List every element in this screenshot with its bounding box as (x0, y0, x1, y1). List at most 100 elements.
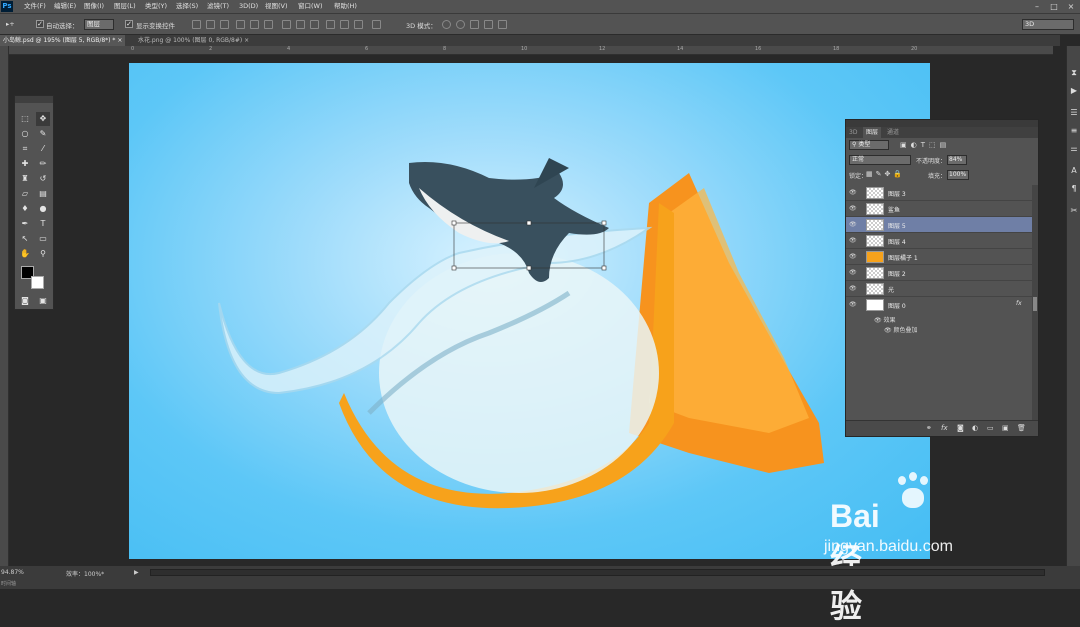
layer-row-selected[interactable]: 👁 图层 5 (846, 217, 1032, 233)
tab-shuihua[interactable]: 水花.png @ 100% (图层 0, RGB/8#) × (135, 35, 252, 46)
slide-3d-icon[interactable] (484, 20, 493, 29)
distribute-top-icon[interactable] (282, 20, 291, 29)
effect-item[interactable]: 👁 颜色叠加 (884, 325, 918, 334)
background-color-swatch[interactable] (31, 276, 44, 289)
menu-3d[interactable]: 3D(D) (239, 0, 258, 13)
workspace-dropdown[interactable]: 3D (1022, 19, 1074, 30)
tab-xiaodaojing[interactable]: 小岛鲸.psd @ 195% (图层 5, RGB/8*) * × (0, 35, 126, 46)
layer-row[interactable]: 👁 图层 4 (846, 233, 1032, 249)
quick-select-tool-icon[interactable]: ✎ (36, 127, 50, 141)
tab-3d[interactable]: 3D (846, 127, 860, 138)
layer-row[interactable]: 👁 光 (846, 281, 1032, 297)
new-layer-icon[interactable]: ▣ (1002, 424, 1009, 432)
maximize-icon[interactable]: □ (1047, 1, 1061, 12)
menu-window[interactable]: 窗口(W) (298, 0, 323, 13)
timeline-label[interactable]: 时间轴 (1, 580, 16, 587)
healing-brush-tool-icon[interactable]: ✚ (18, 157, 32, 171)
eye-icon[interactable]: 👁 (874, 317, 882, 324)
channels-panel-icon[interactable]: ⚌ (1069, 144, 1079, 154)
layer-row[interactable]: 👁 图层 2 (846, 265, 1032, 281)
properties-panel-icon[interactable]: ≡ (1069, 126, 1079, 136)
doc-info[interactable]: 效率：100%* (66, 569, 104, 578)
menu-help[interactable]: 帮助(H) (334, 0, 357, 13)
close-icon[interactable]: × (117, 37, 122, 44)
clone-stamp-tool-icon[interactable]: ♜ (18, 172, 32, 186)
lasso-tool-icon[interactable]: ○ (18, 127, 32, 141)
horizontal-scrollbar[interactable] (150, 569, 1045, 576)
marquee-tool-icon[interactable]: ⬚ (18, 112, 32, 126)
layer-row[interactable]: 👁 鲨鱼 (846, 201, 1032, 217)
distribute-vcenter-icon[interactable] (296, 20, 305, 29)
effects-label[interactable]: 👁 效果 (874, 315, 896, 324)
align-top-icon[interactable] (192, 20, 201, 29)
adjustment-layer-icon[interactable]: ◐ (972, 424, 978, 432)
actions-panel-icon[interactable]: ▶ (1069, 86, 1079, 96)
menu-select[interactable]: 选择(S) (176, 0, 198, 13)
distribute-bottom-icon[interactable] (310, 20, 319, 29)
zoom-tool-icon[interactable]: ⚲ (36, 247, 50, 261)
ruler-horizontal[interactable]: 0 2 4 6 8 10 12 14 16 18 20 (9, 46, 1053, 55)
eye-icon[interactable]: 👁 (849, 205, 857, 213)
layers-panel-header[interactable] (846, 120, 1038, 127)
eye-icon[interactable]: 👁 (849, 221, 857, 229)
transform-handle[interactable] (526, 220, 532, 226)
close-icon[interactable]: × (244, 37, 249, 44)
fx-badge[interactable]: fx (1016, 300, 1022, 307)
transform-handle[interactable] (451, 265, 457, 271)
layer-row[interactable]: 👁 图层 3 (846, 185, 1032, 201)
auto-select-dropdown[interactable]: 图层 (84, 19, 114, 30)
align-bottom-icon[interactable] (220, 20, 229, 29)
align-hcenter-icon[interactable] (250, 20, 259, 29)
new-group-icon[interactable]: ▭ (987, 424, 994, 432)
rotate-3d-icon[interactable] (442, 20, 451, 29)
history-brush-tool-icon[interactable]: ↺ (36, 172, 50, 186)
auto-select-checkbox[interactable]: ✓ (36, 20, 44, 28)
eye-icon[interactable]: 👁 (849, 269, 857, 277)
move-tool-icon[interactable]: ▸+ (6, 20, 15, 28)
eye-icon[interactable]: 👁 (849, 189, 857, 197)
eye-icon[interactable]: 👁 (849, 301, 857, 309)
layer-row[interactable]: 👁 图层橘子 1 (846, 249, 1032, 265)
align-right-icon[interactable] (264, 20, 273, 29)
blur-tool-icon[interactable]: ♦ (18, 202, 32, 216)
dodge-tool-icon[interactable]: ● (36, 202, 50, 216)
menu-image[interactable]: 图像(I) (84, 0, 104, 13)
eyedropper-tool-icon[interactable]: ⁄ (36, 142, 50, 156)
tab-layers[interactable]: 图层 (863, 127, 882, 138)
eye-icon[interactable]: 👁 (849, 285, 857, 293)
align-left-icon[interactable] (236, 20, 245, 29)
shape-tool-icon[interactable]: ▭ (36, 232, 50, 246)
quick-mask-icon[interactable]: ◙ (18, 294, 32, 308)
lock-icons[interactable]: ▦✎✥🔒 (866, 170, 905, 178)
character-panel-icon[interactable]: A (1069, 166, 1079, 176)
zoom-level[interactable]: 94.87% (1, 569, 24, 576)
eraser-tool-icon[interactable]: ▱ (18, 187, 32, 201)
transform-handle[interactable] (601, 265, 607, 271)
history-panel-icon[interactable]: ⧗ (1069, 68, 1079, 78)
hand-tool-icon[interactable]: ✋ (18, 247, 32, 261)
screen-mode-icon[interactable]: ▣ (36, 294, 50, 308)
blend-mode-dropdown[interactable]: 正常 (849, 155, 911, 165)
layer-filter-dropdown[interactable]: ⚲ 类型 (849, 140, 889, 150)
pen-tool-icon[interactable]: ✒ (18, 217, 32, 231)
add-mask-icon[interactable]: ◙ (957, 424, 964, 432)
drag-3d-icon[interactable] (470, 20, 479, 29)
scrollbar-thumb[interactable] (1033, 297, 1037, 311)
distribute-left-icon[interactable] (326, 20, 335, 29)
tab-channels[interactable]: 通道 (884, 127, 902, 138)
paragraph-panel-icon[interactable]: ¶ (1069, 184, 1079, 194)
delete-layer-icon[interactable]: 🗑 (1017, 424, 1026, 432)
crop-tool-icon[interactable]: ⌗ (18, 142, 32, 156)
layer-row[interactable]: 👁 图层 0 fx (846, 297, 1032, 313)
move-tool-icon[interactable]: ✥ (36, 112, 50, 126)
ruler-vertical[interactable] (0, 46, 9, 566)
gradient-tool-icon[interactable]: ▤ (36, 187, 50, 201)
minimize-icon[interactable]: – (1030, 1, 1044, 12)
show-transform-checkbox[interactable]: ✓ (125, 20, 133, 28)
menu-type[interactable]: 类型(Y) (145, 0, 167, 13)
menu-filter[interactable]: 滤镜(T) (207, 0, 229, 13)
layer-filter-icons[interactable]: ▣◐T⬚▤ (900, 141, 950, 149)
eye-icon[interactable]: 👁 (849, 237, 857, 245)
eye-icon[interactable]: 👁 (884, 327, 892, 334)
menu-layer[interactable]: 图层(L) (114, 0, 136, 13)
